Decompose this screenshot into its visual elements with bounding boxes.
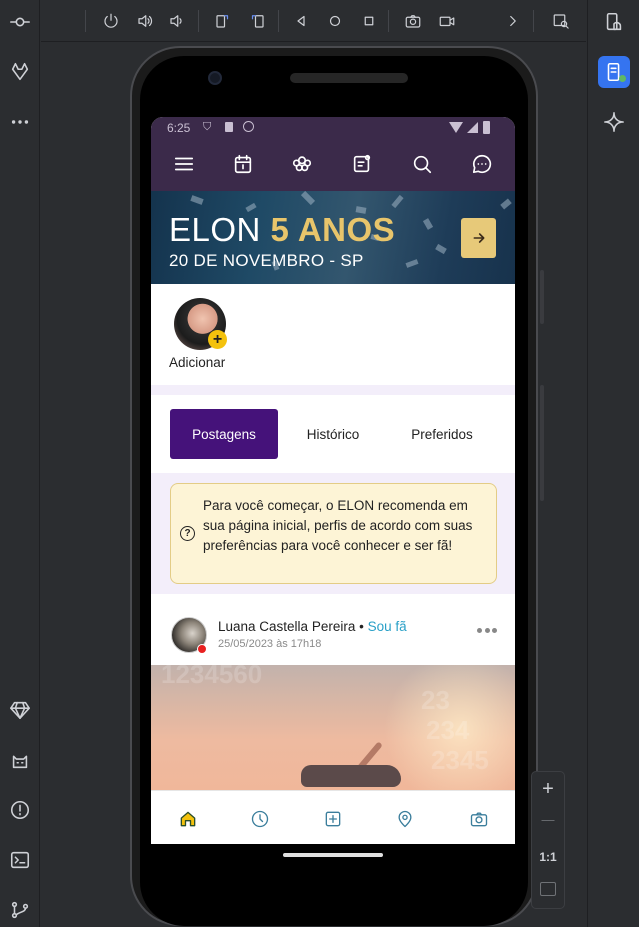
- zoom-out-button[interactable]: —: [532, 812, 564, 827]
- power-icon[interactable]: [99, 9, 123, 33]
- more-options-icon[interactable]: [477, 628, 497, 634]
- earpiece-speaker: [290, 73, 408, 83]
- emulator-toolbar: [41, 0, 586, 42]
- profile-tabs: Postagens Histórico Preferidos: [151, 395, 515, 473]
- tab-preferidos[interactable]: Preferidos: [397, 409, 487, 459]
- stories-row: + Adicionar: [151, 284, 515, 385]
- diamond-icon[interactable]: [8, 698, 32, 722]
- banner-arrow-button[interactable]: [461, 218, 496, 258]
- tab-historico[interactable]: Histórico: [288, 409, 378, 459]
- post-timestamp: 25/05/2023 às 17h18: [218, 638, 322, 650]
- home-icon[interactable]: [323, 9, 347, 33]
- device-screen: 6:25 ⛉ ELON 5 ANOS 20 DE NOVEMBRO - SP +: [151, 117, 515, 844]
- overview-icon[interactable]: [357, 9, 381, 33]
- gitlab-icon[interactable]: [8, 60, 32, 84]
- recommendation-notice: ? Para você começar, o ELON recomenda em…: [170, 483, 497, 584]
- git-branch-icon[interactable]: [8, 898, 32, 922]
- zoom-in-button[interactable]: +: [532, 778, 564, 801]
- section-divider: [151, 385, 515, 395]
- shield-status-icon: ⛉: [203, 121, 212, 133]
- community-icon[interactable]: [289, 151, 315, 177]
- location-icon[interactable]: [394, 808, 416, 830]
- notice-text: Para você começar, o ELON recomenda em s…: [203, 498, 473, 553]
- screenshot-icon[interactable]: [401, 9, 425, 33]
- commit-icon[interactable]: [8, 10, 32, 34]
- add-story-plus-icon[interactable]: +: [208, 330, 227, 349]
- ide-left-rail: [0, 0, 40, 927]
- wifi-icon: [449, 122, 463, 133]
- terminal-icon[interactable]: [8, 848, 32, 872]
- record-icon[interactable]: [435, 9, 459, 33]
- volume-down-icon[interactable]: [165, 9, 189, 33]
- banner-title: ELON 5 ANOS: [169, 211, 396, 248]
- status-time: 6:25: [167, 121, 191, 135]
- zoom-actual-size-button[interactable]: 1:1: [532, 850, 564, 864]
- front-camera: [208, 71, 222, 85]
- add-post-icon[interactable]: [322, 808, 344, 830]
- rotate-left-icon[interactable]: [211, 9, 235, 33]
- phone-volume-button: [540, 385, 544, 501]
- chevron-right-icon[interactable]: [501, 9, 525, 33]
- phone-side-button: [540, 270, 544, 324]
- status-bar: 6:25 ⛉: [151, 117, 515, 139]
- ide-right-rail: [587, 0, 639, 927]
- app-toolbar: [151, 139, 515, 191]
- sync-icon: [243, 121, 254, 132]
- chat-icon[interactable]: [469, 151, 495, 177]
- back-icon[interactable]: [289, 9, 313, 33]
- inspect-icon[interactable]: [549, 9, 573, 33]
- volume-up-icon[interactable]: [133, 9, 157, 33]
- gesture-home-indicator[interactable]: [283, 853, 383, 857]
- signal-icon: [467, 122, 478, 133]
- gemini-icon[interactable]: [598, 106, 630, 138]
- menu-icon[interactable]: [171, 151, 197, 177]
- banner-subtitle: 20 DE NOVEMBRO - SP: [169, 251, 364, 270]
- bottom-navigation: [151, 790, 515, 844]
- cat-icon[interactable]: [8, 748, 32, 772]
- search-icon[interactable]: [409, 151, 435, 177]
- arrow-right-icon: [473, 233, 484, 243]
- sim-icon: [225, 122, 233, 132]
- rotate-right-icon[interactable]: [245, 9, 269, 33]
- tab-postagens[interactable]: Postagens: [170, 409, 278, 459]
- problems-icon[interactable]: [8, 798, 32, 822]
- device-manager-icon[interactable]: [598, 6, 630, 38]
- help-icon: ?: [180, 526, 195, 541]
- zoom-panel: + — 1:1: [531, 771, 565, 909]
- calendar-icon[interactable]: [230, 151, 256, 177]
- status-badge: [197, 644, 207, 654]
- more-icon[interactable]: [8, 110, 32, 134]
- add-story-label[interactable]: Adicionar: [169, 355, 225, 370]
- post-image[interactable]: 1234560 23 234 2345: [151, 665, 515, 790]
- zoom-fit-icon[interactable]: [532, 882, 564, 899]
- home-icon[interactable]: [177, 808, 199, 830]
- post-author-line: Luana Castella Pereira • Sou fã: [218, 619, 407, 634]
- running-devices-icon[interactable]: [598, 56, 630, 88]
- history-icon[interactable]: [249, 808, 271, 830]
- banner-title-highlight: 5 ANOS: [270, 211, 396, 248]
- fan-link[interactable]: Sou fã: [368, 619, 407, 634]
- battery-icon: [483, 121, 490, 134]
- news-icon[interactable]: [349, 151, 375, 177]
- post-header: Luana Castella Pereira • Sou fã 25/05/20…: [151, 594, 515, 665]
- camera-icon[interactable]: [468, 808, 490, 830]
- event-banner[interactable]: ELON 5 ANOS 20 DE NOVEMBRO - SP: [151, 191, 515, 284]
- post-author[interactable]: Luana Castella Pereira: [218, 619, 355, 634]
